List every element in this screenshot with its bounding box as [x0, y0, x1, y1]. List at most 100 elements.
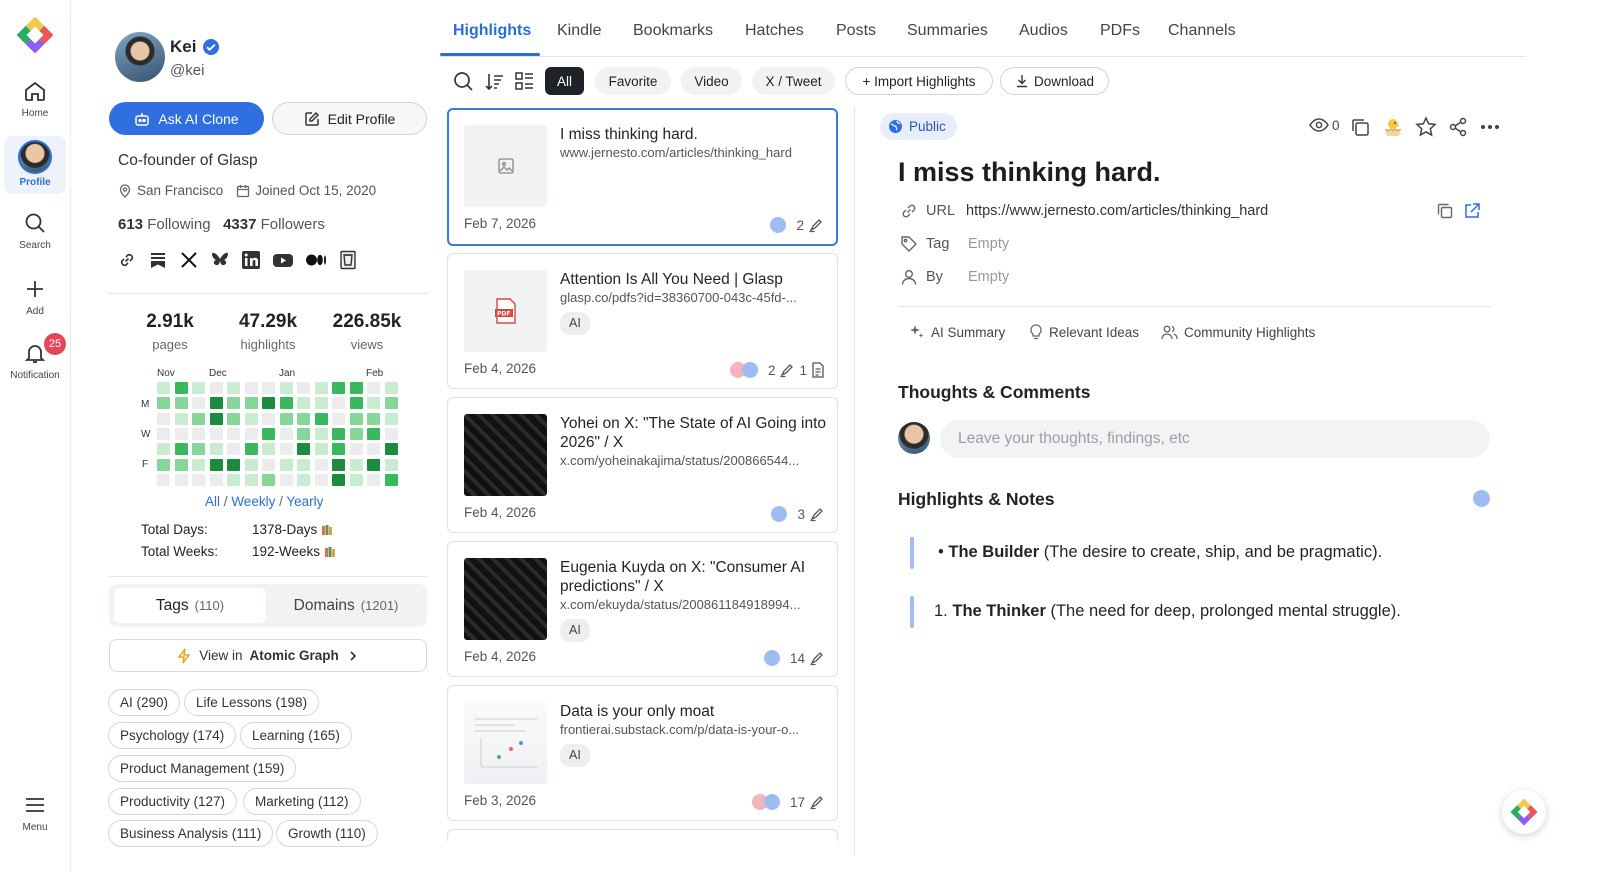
tag-chip[interactable]: Product Management (159)	[108, 755, 297, 782]
tab-posts[interactable]: Posts	[836, 22, 876, 40]
following-count[interactable]: 613	[118, 216, 143, 233]
highlight-card[interactable]: Eugenia Kuyda on X: "Consumer AI predict…	[447, 541, 838, 677]
followers-count[interactable]: 4337	[223, 216, 256, 233]
filter-all[interactable]: All	[545, 67, 585, 95]
copy-url-icon[interactable]	[1436, 202, 1454, 220]
tag-chip[interactable]: Business Analysis (111)	[108, 820, 274, 847]
heatmap-cell	[192, 397, 205, 410]
range-yearly[interactable]: Yearly	[286, 494, 323, 509]
import-highlights-button[interactable]: + Import Highlights	[845, 67, 993, 95]
tab-bookmarks[interactable]: Bookmarks	[633, 22, 713, 40]
hatch-chick-icon[interactable]	[1382, 116, 1404, 138]
rail-profile[interactable]: Profile	[4, 136, 66, 194]
highlight-item-2[interactable]: 1. The Thinker (The need for deep, prolo…	[934, 602, 1401, 621]
highlight-card[interactable]: Data is your only moat frontierai.substa…	[447, 685, 838, 821]
rail-add[interactable]: Add	[4, 276, 66, 317]
ai-summary-button[interactable]: AI Summary	[909, 324, 1005, 340]
heatmap-cell	[297, 458, 310, 471]
card-meta: 2	[770, 217, 824, 233]
atomic-graph-button[interactable]: View in Atomic Graph	[109, 639, 427, 672]
tag-chip[interactable]: Psychology (174)	[108, 722, 237, 749]
heatmap-cell	[349, 382, 363, 394]
card-tag[interactable]: AI	[560, 744, 590, 767]
tab-summaries[interactable]: Summaries	[907, 22, 988, 40]
eye-icon	[1309, 117, 1329, 133]
external-link-icon[interactable]	[1463, 202, 1481, 220]
highlight-card[interactable]: Yohei on X: "The State of AI Going into …	[447, 397, 838, 533]
tab-tags[interactable]: Tags (110)	[114, 588, 266, 623]
filter-favorite[interactable]: Favorite	[595, 67, 671, 95]
range-all[interactable]: All	[205, 494, 220, 509]
tag-chip[interactable]: Productivity (127)	[108, 788, 238, 815]
sort-icon[interactable]	[484, 71, 505, 92]
card-title-wrap: Eugenia Kuyda on X: "Consumer AI predict…	[560, 558, 828, 642]
follow-stats: 613 Following 4337 Followers	[118, 216, 325, 233]
community-highlights-button[interactable]: Community Highlights	[1161, 324, 1315, 340]
link-icon[interactable]	[117, 250, 137, 270]
card-title: Attention Is All You Need | Glasp	[560, 271, 783, 288]
tab-hatches[interactable]: Hatches	[745, 22, 804, 40]
tab-pdfs[interactable]: PDFs	[1100, 22, 1140, 40]
ask-ai-clone-button[interactable]: Ask AI Clone	[109, 102, 264, 135]
glasp-logo[interactable]	[16, 16, 54, 54]
community-highlights-label: Community Highlights	[1184, 324, 1316, 340]
share-icon[interactable]	[1448, 117, 1468, 137]
tag-chip[interactable]: Marketing (112)	[243, 788, 361, 815]
edit-profile-button[interactable]: Edit Profile	[272, 102, 427, 135]
relevant-ideas-button[interactable]: Relevant Ideas	[1029, 324, 1139, 340]
by-value[interactable]: Empty	[968, 269, 1009, 285]
cup-icon[interactable]	[338, 250, 358, 270]
tab-highlights[interactable]: Highlights	[453, 22, 531, 40]
substack-icon[interactable]	[148, 250, 168, 270]
range-weekly[interactable]: Weekly	[231, 494, 275, 509]
linkedin-icon[interactable]	[241, 250, 261, 270]
heatmap-month: Jan	[279, 368, 296, 379]
download-button[interactable]: Download	[1000, 67, 1109, 95]
highlight-card[interactable]: PDF Attention Is All You Need | Glasp gl…	[447, 253, 838, 389]
following-label[interactable]: Following	[147, 216, 210, 233]
highlight-item-1[interactable]: • The Builder (The desire to create, shi…	[938, 543, 1382, 562]
heatmap-cell	[279, 458, 293, 471]
visibility-pill[interactable]: Public	[880, 113, 957, 140]
view-toggle-icon[interactable]	[514, 71, 535, 92]
followers-label[interactable]: Followers	[261, 216, 325, 233]
copy-icon[interactable]	[1350, 117, 1370, 137]
highlight-card-partial[interactable]	[447, 829, 838, 841]
edit-icon	[304, 111, 320, 127]
highlight-card[interactable]: I miss thinking hard. www.jernesto.com/a…	[447, 108, 838, 246]
heatmap-cell	[384, 397, 398, 410]
tag-chip[interactable]: AI (290)	[108, 689, 181, 716]
tag-chip[interactable]: Life Lessons (198)	[184, 689, 320, 716]
comment-input[interactable]: Leave your thoughts, findings, etc	[940, 420, 1490, 458]
heatmap-cell	[314, 382, 328, 394]
detail-url[interactable]: https://www.jernesto.com/articles/thinki…	[966, 203, 1268, 219]
tag-chip[interactable]: Learning (165)	[240, 722, 352, 749]
profile-avatar[interactable]	[115, 32, 165, 82]
filter-video[interactable]: Video	[681, 67, 742, 95]
tag-chip[interactable]: Growth (110)	[276, 820, 378, 847]
link-icon	[900, 202, 918, 220]
rail-home[interactable]: Home	[4, 78, 66, 119]
tweet-thumbnail	[464, 414, 547, 496]
floating-glasp-button[interactable]	[1502, 790, 1546, 834]
rail-menu[interactable]: Menu	[4, 792, 66, 833]
card-tag[interactable]: AI	[560, 312, 590, 335]
heatmap-cell	[157, 458, 170, 471]
tab-audios[interactable]: Audios	[1019, 22, 1068, 40]
bluesky-icon[interactable]	[210, 250, 230, 270]
filter-tweet[interactable]: X / Tweet	[752, 67, 835, 95]
star-icon[interactable]	[1415, 116, 1437, 138]
x-icon[interactable]	[179, 250, 199, 270]
search-icon[interactable]	[453, 71, 474, 92]
more-options-icon[interactable]	[1480, 124, 1500, 130]
tab-channels[interactable]: Channels	[1168, 22, 1236, 40]
youtube-icon[interactable]	[272, 250, 294, 270]
tag-value[interactable]: Empty	[968, 236, 1009, 252]
tab-domains[interactable]: Domains (1201)	[270, 588, 422, 623]
verified-icon	[202, 38, 220, 56]
rail-search[interactable]: Search	[4, 210, 66, 251]
tab-kindle[interactable]: Kindle	[557, 22, 601, 40]
card-tag[interactable]: AI	[560, 619, 590, 642]
medium-icon[interactable]	[305, 250, 327, 270]
url-row-label: URL	[900, 202, 955, 220]
